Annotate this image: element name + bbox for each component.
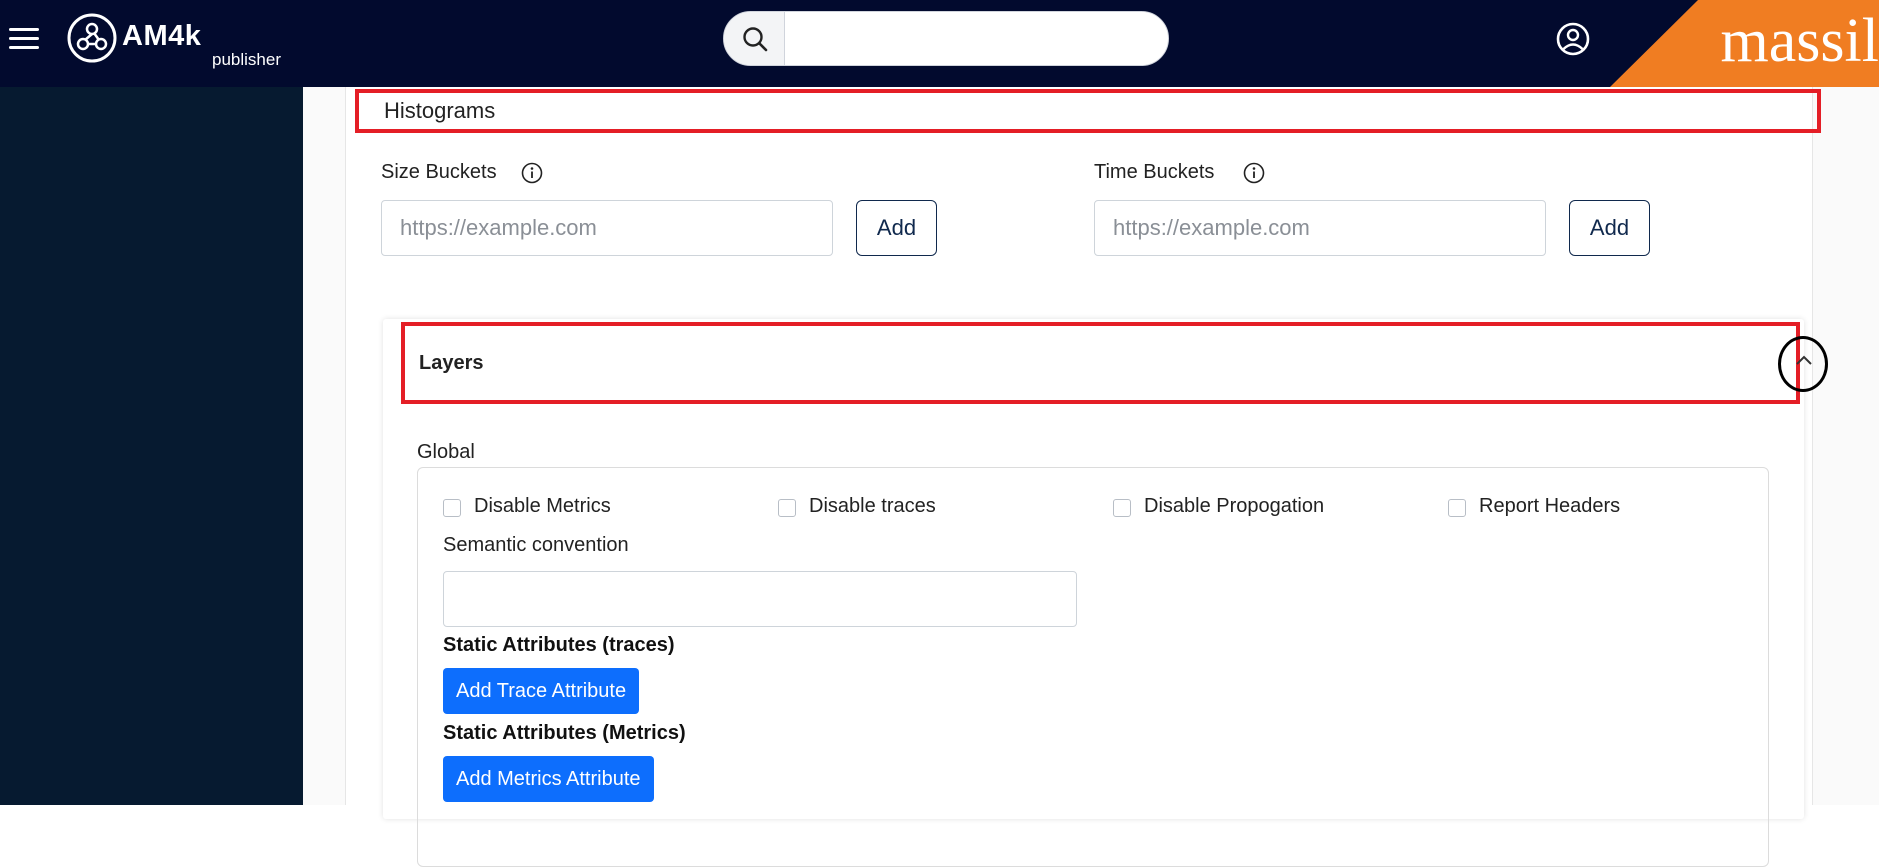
size-buckets-add-button[interactable]: Add — [856, 200, 937, 256]
chevron-up-icon — [1796, 355, 1812, 365]
histograms-title: Histograms — [355, 89, 1821, 133]
search-bar — [723, 11, 1169, 66]
semantic-convention-input[interactable] — [443, 571, 1077, 627]
time-buckets-label: Time Buckets — [1094, 161, 1215, 183]
time-buckets-input[interactable] — [1094, 200, 1546, 256]
disable-traces-checkbox[interactable] — [778, 499, 796, 517]
report-headers-checkbox[interactable] — [1448, 499, 1466, 517]
collapse-button[interactable] — [1778, 336, 1828, 392]
global-label: Global — [417, 441, 475, 463]
disable-traces-label: Disable traces — [809, 495, 936, 517]
disable-metrics-checkbox[interactable] — [443, 499, 461, 517]
brand-text: massil — [1720, 7, 1879, 75]
layers-accordion: Layers Global Disable Metrics Disable tr… — [383, 319, 1828, 867]
hamburger-menu-icon[interactable] — [9, 28, 39, 52]
brand-banner: massil — [1610, 0, 1879, 87]
time-buckets-add-button[interactable]: Add — [1569, 200, 1650, 256]
main-content: Histograms Size Buckets Add Time Buckets… — [303, 87, 1879, 867]
sidebar — [0, 87, 303, 805]
report-headers-label: Report Headers — [1479, 495, 1621, 517]
static-attributes-traces-title: Static Attributes (traces) — [443, 634, 675, 656]
search-input[interactable] — [785, 12, 1165, 65]
size-buckets-input[interactable] — [381, 200, 833, 256]
search-button[interactable] — [724, 12, 785, 65]
add-metrics-attribute-button[interactable]: Add Metrics Attribute — [443, 756, 654, 802]
user-account-icon[interactable] — [1556, 22, 1590, 56]
disable-propogation-checkbox[interactable] — [1113, 499, 1131, 517]
semantic-convention-label: Semantic convention — [443, 534, 629, 556]
top-navbar: AM4k publisher massil — [0, 0, 1879, 87]
logo-subtitle: publisher — [212, 50, 281, 69]
info-icon[interactable] — [521, 162, 543, 184]
size-buckets-label: Size Buckets — [381, 161, 497, 183]
global-settings-panel: Disable Metrics Disable traces Disable P… — [417, 467, 1769, 867]
info-icon[interactable] — [1243, 162, 1265, 184]
add-trace-attribute-button[interactable]: Add Trace Attribute — [443, 668, 640, 714]
disable-metrics-label: Disable Metrics — [474, 495, 611, 517]
layers-accordion-header[interactable]: Layers — [401, 322, 1828, 404]
layers-title: Layers — [419, 352, 484, 374]
search-icon — [743, 27, 768, 52]
static-attributes-metrics-title: Static Attributes (Metrics) — [443, 722, 686, 744]
disable-propogation-label: Disable Propogation — [1144, 495, 1325, 517]
logo-text: AM4k — [122, 20, 202, 52]
logo-icon — [67, 13, 117, 63]
